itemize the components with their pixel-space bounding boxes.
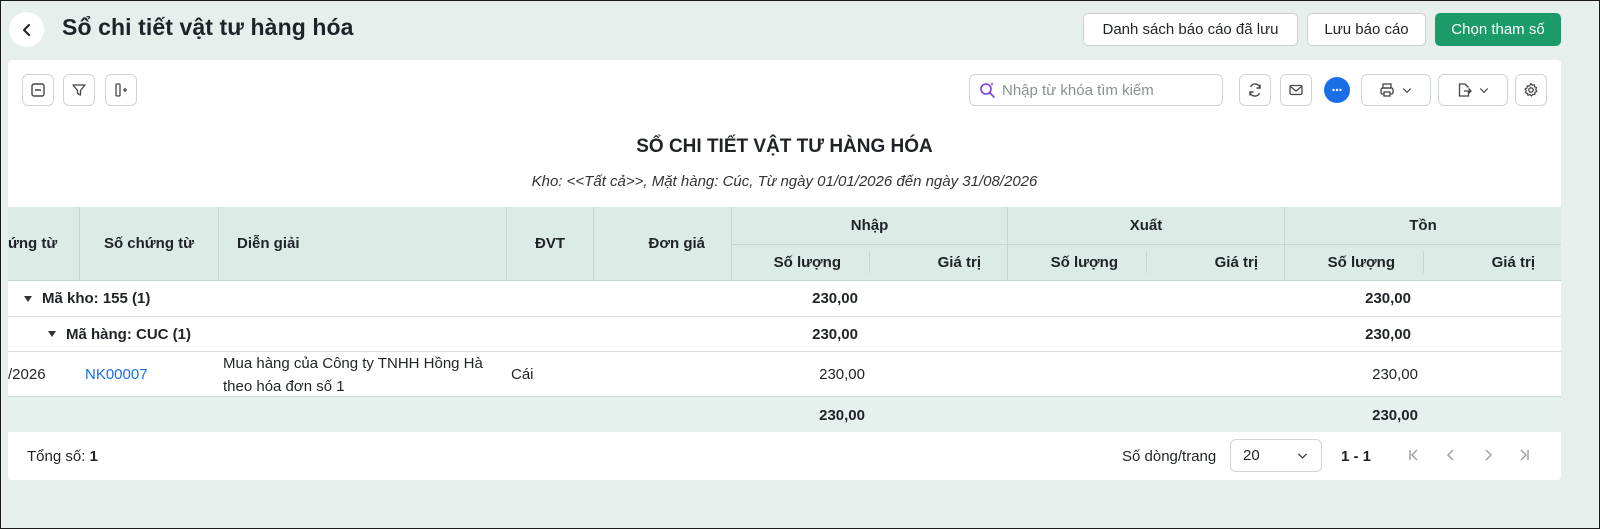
total-row: 230,00 230,00 [8,396,1561,432]
page-title: Sổ chi tiết vật tư hàng hóa [62,14,354,40]
col-header-doc-no[interactable]: Số chứng từ [80,207,218,280]
first-page-icon[interactable] [1406,447,1422,463]
chevron-down-icon [1297,453,1308,459]
report-title: SỔ CHI TIẾT VẬT TƯ HÀNG HÓA [636,136,933,157]
group-row-warehouse[interactable]: Mã kho: 155 (1) [24,281,150,316]
choose-params-button[interactable]: Chọn tham số [1435,13,1561,46]
add-column-button[interactable] [105,74,137,106]
printer-icon [1380,83,1394,97]
col-header-in-qty-label: Số lượng [773,254,841,271]
ai-search-icon [980,82,995,98]
rows-per-page-select[interactable]: 20 [1230,439,1322,472]
next-page-icon[interactable] [1480,447,1496,463]
col-header-out-value[interactable]: Giá trị [1147,245,1284,280]
row-date: /2026 [8,366,46,383]
group-row-item[interactable]: Mã hàng: CUC (1) [48,317,191,351]
refresh-button[interactable] [1239,74,1271,106]
col-header-out-qty[interactable]: Số lượng [1008,245,1146,280]
back-button[interactable] [9,12,44,47]
group-warehouse-in-qty: 230,00 [812,290,858,307]
row-stock-qty: 230,00 [1372,366,1418,383]
chevron-left-icon [22,23,30,36]
total-stock-qty: 230,00 [1372,406,1418,424]
col-header-in-value[interactable]: Giá trị [870,245,1007,280]
saved-reports-button[interactable]: Danh sách báo cáo đã lưu [1083,13,1298,46]
rows-per-page-value: 20 [1243,447,1260,464]
mail-icon [1289,84,1303,96]
row-description-line2: theo hóa đơn số 1 [223,377,345,395]
col-header-out-qty-label: Số lượng [1050,254,1118,271]
page-range: 1 - 1 [1341,447,1372,465]
col-group-in: Nhập [732,207,1007,244]
col-header-stock-qty-label: Số lượng [1327,254,1395,271]
col-header-in-qty[interactable]: Số lượng [732,245,869,280]
col-header-stock-value-label: Giá trị [1491,254,1535,271]
col-header-price[interactable]: Đơn giá [594,207,731,280]
prev-page-icon[interactable] [1443,447,1459,463]
pagination-bar: Tổng số: 1 Số dòng/trang 20 1 - 1 [8,432,1561,480]
col-group-in-label: Nhập [850,217,889,234]
search-box[interactable] [969,74,1223,106]
column-add-icon [115,83,127,97]
last-page-icon[interactable] [1516,447,1532,463]
caret-down-icon [48,331,56,337]
group-warehouse-stock-qty: 230,00 [1365,290,1411,307]
total-in-qty: 230,00 [819,406,865,424]
total-count: Tổng số: 1 [27,432,98,480]
email-button[interactable] [1280,74,1312,106]
col-header-unit-label: ĐVT [535,235,565,252]
col-group-out-label: Xuất [1129,217,1163,234]
filter-icon [72,84,86,96]
group-item-label: Mã hàng: CUC (1) [66,325,191,343]
chevron-down-icon [1479,88,1489,94]
save-report-button[interactable]: Lưu báo cáo [1307,13,1426,46]
collapse-button[interactable] [22,74,54,106]
caret-down-icon [24,295,32,302]
col-header-stock-value[interactable]: Giá trị [1424,245,1561,280]
search-input[interactable] [1002,81,1202,99]
col-header-stock-qty[interactable]: Số lượng [1285,245,1423,280]
page-header: Sổ chi tiết vật tư hàng hóa Danh sách bá… [0,0,1600,60]
col-header-price-label: Đơn giá [648,235,706,252]
col-header-desc-label: Diễn giải [237,235,300,252]
row-unit: Cái [511,366,534,383]
filter-button[interactable] [63,74,95,106]
report-subtitle: Kho: <<Tất cả>>, Mặt hàng: Cúc, Từ ngày … [531,173,1038,190]
col-group-stock-label: Tồn [1409,217,1437,234]
row-in-qty: 230,00 [819,366,865,383]
row-description: Mua hàng của Công ty TNHH Hồng Hà theo h… [223,352,503,397]
doc-link[interactable]: NK00007 [85,352,148,397]
row-description-line1: Mua hàng của Công ty TNHH Hồng Hà [223,354,483,372]
group-warehouse-label: Mã kho: 155 (1) [42,290,151,307]
col-header-unit[interactable]: ĐVT [507,207,593,280]
col-header-desc[interactable]: Diễn giải [219,207,506,280]
col-header-in-value-label: Giá trị [937,254,981,271]
export-icon [1458,83,1472,97]
gear-icon [1524,82,1538,97]
refresh-icon [1249,83,1261,97]
settings-button[interactable] [1515,74,1547,106]
total-count-label: Tổng số: [27,447,86,465]
chat-icon [1324,77,1350,103]
total-count-value: 1 [89,447,98,465]
col-header-date[interactable]: ứng từ [8,207,79,280]
export-button[interactable] [1438,74,1508,106]
chat-button[interactable] [1321,74,1353,106]
group-item-stock-qty: 230,00 [1365,325,1411,343]
group-item-in-qty: 230,00 [812,325,858,343]
col-group-out: Xuất [1008,207,1284,244]
rows-per-page-label: Số dòng/trang [1122,447,1217,465]
report-panel: SỔ CHI TIẾT VẬT TƯ HÀNG HÓA Kho: <<Tất c… [8,60,1561,480]
col-header-doc-no-label: Số chứng từ [103,235,195,252]
collapse-icon [31,83,45,97]
print-button[interactable] [1361,74,1431,106]
col-header-date-label: ứng từ [8,235,58,252]
col-group-stock: Tồn [1285,207,1561,244]
chevron-down-icon [1402,88,1412,94]
col-header-out-value-label: Giá trị [1214,254,1258,271]
